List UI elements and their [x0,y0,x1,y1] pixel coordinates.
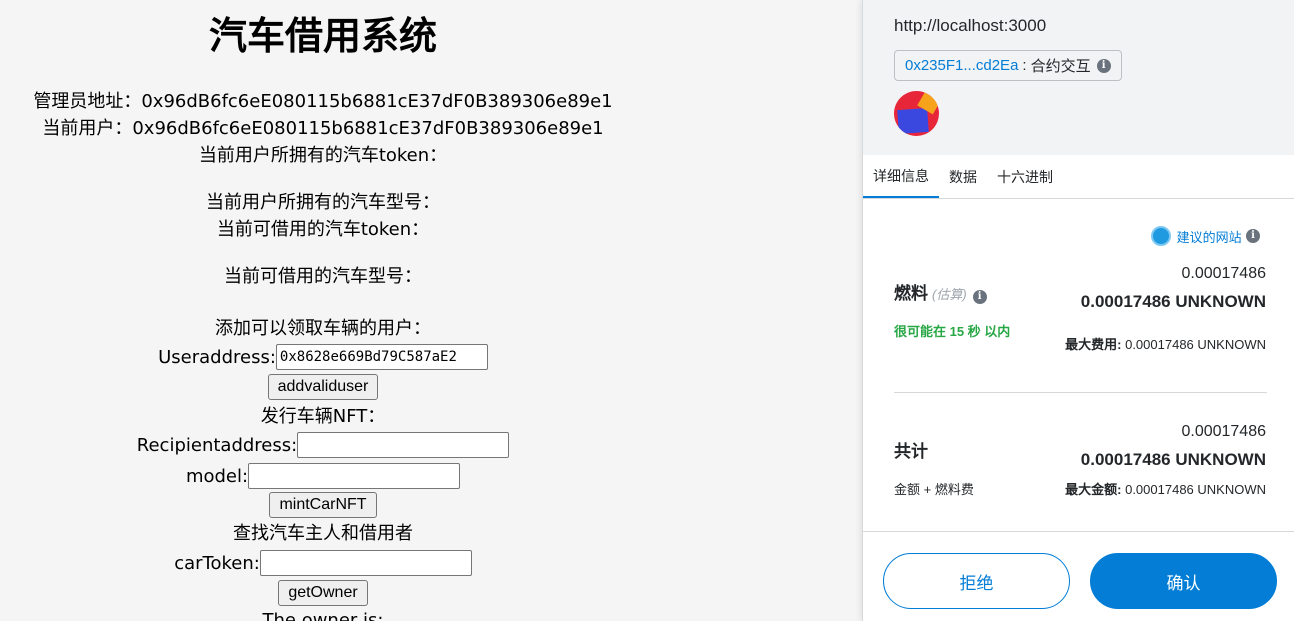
gas-fee-row: 燃料 (估算) i [894,279,987,304]
max-amount-label: 最大金额: [1065,482,1122,497]
divider [894,392,1267,393]
total-value: 0.00017486 [1181,423,1266,440]
gas-value-unit: 0.00017486 UNKNOWN [1080,292,1266,311]
gas-time-estimate: 很可能在 15 秒 以内 [894,324,1011,339]
info-icon[interactable]: i [1096,58,1111,73]
site-origin: http://localhost:3000 [894,16,1047,35]
available-models-label: 当前可借用的汽车型号： [224,266,422,287]
total-sub-label: 金额 + 燃料费 [894,482,974,497]
gas-label: 燃料 [894,284,928,303]
getowner-button[interactable]: getOwner [278,580,368,606]
contract-separator: : [1022,57,1027,74]
recipient-row: Recipientaddress: [0,431,646,459]
cartoken-input[interactable] [259,550,472,576]
tab-data[interactable]: 数据 [939,155,987,198]
total-label: 共计 [894,442,928,461]
model-label: model: [185,465,249,487]
wallet-confirm-panel: http://localhost:3000 0x235F1...cd2Ea : … [862,0,1294,621]
mintcarnft-button[interactable]: mintCarNFT [269,492,377,518]
max-fee-row: 最大费用: 0.00017486 UNKNOWN [1065,334,1266,353]
max-amount-row: 最大金额: 0.00017486 UNKNOWN [1065,479,1266,498]
owned-tokens-label: 当前用户所拥有的汽车token： [198,145,448,166]
recipient-input[interactable] [297,432,510,458]
owner-result-label: The owner is: [262,610,384,621]
total-value-unit: 0.00017486 UNKNOWN [1080,450,1266,469]
suggested-site-label[interactable]: 建议的网站 [1177,227,1242,246]
useraddress-label: Useraddress: [158,346,276,368]
account-avatar [894,91,939,136]
dapp-page: 汽车借用系统 管理员地址：0x96dB6fc6eE080115b6881cE37… [0,0,862,621]
mint-heading: 发行车辆NFT： [260,406,386,427]
tab-hex[interactable]: 十六进制 [987,155,1063,198]
useraddress-input[interactable] [275,344,488,370]
suggested-site-link[interactable]: 建议的网站 › [1150,226,1254,246]
max-amount-value: 0.00017486 UNKNOWN [1125,482,1266,497]
addvaliduser-button[interactable]: addvaliduser [267,374,379,400]
confirm-button[interactable]: 确认 [1090,553,1277,609]
info-icon[interactable]: i [1246,229,1260,243]
details-tabs: 详细信息 数据 十六进制 [863,155,1294,199]
footer-divider [863,531,1294,532]
find-heading: 查找汽车主人和借用者 [233,523,413,544]
page-title: 汽车借用系统 [208,14,437,58]
model-row: model: [0,462,646,490]
info-icon[interactable]: i [972,290,987,304]
owned-models-label: 当前用户所拥有的汽车型号： [206,192,440,213]
recipient-label: Recipientaddress: [136,434,298,456]
add-user-heading: 添加可以领取车辆的用户： [215,318,431,339]
globe-icon [1150,226,1171,246]
contract-interaction-label: 合约交互 [1030,58,1091,75]
tab-details[interactable]: 详细信息 [863,155,939,198]
reject-button[interactable]: 拒绝 [883,553,1070,609]
contract-address[interactable]: 0x235F1...cd2Ea [905,57,1018,74]
contract-interaction-badge[interactable]: 0x235F1...cd2Ea : 合约交互 i [894,50,1122,81]
cartoken-row: carToken: [0,549,646,577]
gas-estimate-tag: (估算) [932,287,967,302]
max-fee-value: 0.00017486 UNKNOWN [1125,337,1266,352]
model-input[interactable] [248,463,461,489]
admin-address-line: 管理员地址：0x96dB6fc6eE080115b6881cE37dF0B389… [33,91,613,112]
current-user-line: 当前用户：0x96dB6fc6eE080115b6881cE37dF0B3893… [42,118,604,139]
cartoken-label: carToken: [174,552,260,574]
available-tokens-label: 当前可借用的汽车token： [216,219,430,240]
useraddress-row: Useraddress: [0,343,646,371]
wallet-header: http://localhost:3000 0x235F1...cd2Ea : … [863,0,1294,155]
gas-value: 0.00017486 [1181,265,1266,282]
max-fee-label: 最大费用: [1065,337,1122,352]
